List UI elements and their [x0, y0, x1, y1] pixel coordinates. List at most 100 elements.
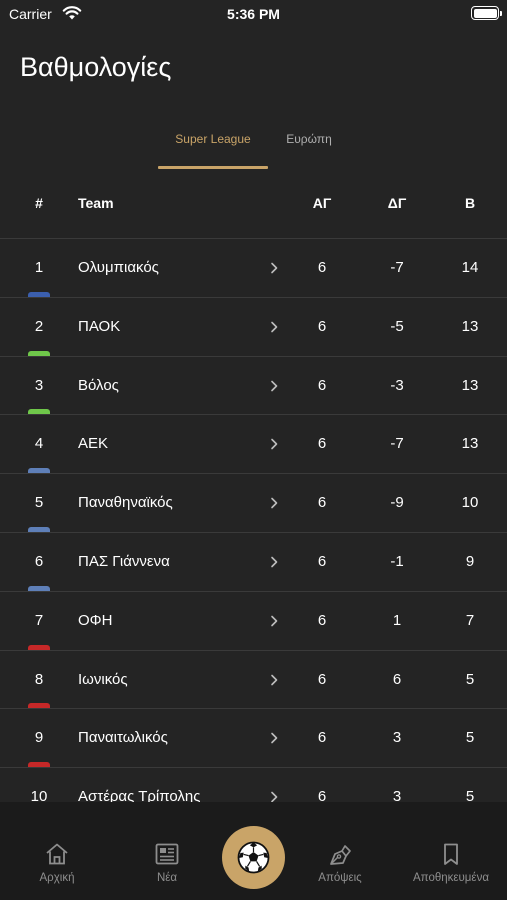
home-icon	[46, 843, 68, 865]
games-played: 6	[317, 611, 327, 629]
team-name: ΠΑΟΚ	[78, 317, 121, 335]
header-goal-difference: ΔΓ	[387, 195, 407, 211]
header-games-played: ΑΓ	[312, 195, 332, 211]
chevron-right-icon	[271, 262, 278, 274]
team-position: 10	[30, 788, 48, 802]
table-row[interactable]: 8 Ιωνικός 6 6 5	[0, 649, 507, 709]
points: 5	[465, 729, 475, 747]
points: 5	[465, 670, 475, 688]
team-position: 9	[34, 729, 44, 747]
header-team: Team	[78, 195, 114, 211]
tab-opinions[interactable]: Απόψεις	[290, 842, 390, 884]
goal-difference: -1	[390, 552, 404, 570]
table-row[interactable]: 7 ΟΦΗ 6 1 7	[0, 590, 507, 650]
goal-difference: -3	[390, 376, 404, 394]
bookmark-icon	[444, 843, 458, 865]
chevron-right-icon	[271, 321, 278, 333]
tab-super-league[interactable]: Super League	[158, 125, 268, 169]
pen-nib-icon	[330, 845, 351, 865]
page-title: Βαθμολογίες	[20, 52, 172, 82]
active-tab-indicator	[158, 166, 268, 169]
chevron-right-icon	[271, 733, 278, 744]
goal-difference: -7	[390, 435, 404, 453]
points: 13	[461, 435, 479, 453]
chevron-right-icon	[271, 615, 278, 627]
table-row[interactable]: 10 Αστέρας Τρίπολης 6 3 5	[0, 767, 507, 802]
points: 13	[461, 317, 479, 335]
team-position: 4	[34, 435, 44, 453]
points: 10	[461, 494, 479, 512]
table-row[interactable]: 2 ΠΑΟΚ 6 -5 13	[0, 296, 507, 356]
goal-difference: -5	[390, 317, 404, 335]
battery-icon	[471, 6, 502, 20]
team-name: Ολυμπιακός	[78, 259, 159, 276]
tab-europe[interactable]: Ευρώπη	[268, 125, 350, 169]
league-tabs: Super League Ευρώπη	[0, 125, 507, 171]
goal-difference: 3	[392, 729, 402, 747]
header-position: #	[35, 195, 43, 211]
games-played: 6	[317, 670, 327, 688]
points: 7	[465, 611, 475, 629]
team-name: Παναθηναϊκός	[78, 494, 173, 512]
team-name: Παναιτωλικός	[78, 729, 168, 747]
tab-saved[interactable]: Αποθηκευμένα	[401, 842, 501, 884]
tab-news-label: Νέα	[156, 872, 178, 884]
newspaper-icon	[155, 843, 179, 865]
games-played: 6	[317, 788, 327, 802]
tab-opinions-label: Απόψεις	[318, 872, 362, 884]
team-position: 2	[34, 317, 44, 335]
team-position: 3	[34, 376, 44, 394]
team-position: 6	[34, 552, 44, 570]
table-row[interactable]: 4 ΑΕΚ 6 -7 13	[0, 414, 507, 474]
team-name: ΟΦΗ	[78, 611, 113, 629]
goal-difference: -9	[390, 494, 404, 512]
chevron-right-icon	[271, 674, 278, 685]
status-bar: Carrier 5:36 PM	[0, 0, 507, 28]
games-played: 6	[317, 552, 327, 570]
chevron-right-icon	[271, 791, 278, 802]
tab-home[interactable]: Αρχική	[7, 842, 107, 884]
table-row[interactable]: 9 Παναιτωλικός 6 3 5	[0, 708, 507, 768]
team-position: 1	[34, 259, 44, 276]
team-name: ΠΑΣ Γιάννενα	[78, 552, 170, 570]
points: 9	[465, 552, 475, 570]
tab-standings-center-button[interactable]	[222, 826, 285, 889]
table-row[interactable]: 3 Βόλος 6 -3 13	[0, 355, 507, 415]
games-played: 6	[317, 259, 327, 276]
points: 14	[461, 259, 479, 276]
tab-home-label: Αρχική	[39, 872, 75, 884]
bottom-tab-bar: Αρχική Νέα Απόψεις Αποθηκευμένα	[0, 802, 507, 900]
team-name: Βόλος	[78, 376, 119, 394]
table-row[interactable]: 1 Ολυμπιακός 6 -7 14	[0, 238, 507, 297]
team-position: 7	[34, 611, 44, 629]
goal-difference: -7	[390, 259, 404, 276]
team-name: ΑΕΚ	[78, 435, 109, 453]
games-played: 6	[317, 376, 327, 394]
chevron-right-icon	[271, 380, 278, 391]
team-position: 5	[34, 494, 44, 512]
team-name: Αστέρας Τρίπολης	[78, 788, 201, 802]
games-played: 6	[317, 317, 327, 335]
chevron-right-icon	[271, 439, 278, 450]
tab-news[interactable]: Νέα	[117, 842, 217, 884]
standings-table: 1 Ολυμπιακός 6 -7 14 2 ΠΑΟΚ 6 -5 13 3 Βόλος 6 -3 13 4 ΑΕ…	[0, 238, 507, 802]
goal-difference: 3	[392, 788, 402, 802]
chevron-right-icon	[271, 556, 278, 568]
games-played: 6	[317, 494, 327, 512]
table-row[interactable]: 5 Παναθηναϊκός 6 -9 10	[0, 473, 507, 532]
team-name: Ιωνικός	[78, 670, 128, 688]
standings-header: # Team ΑΓ ΔΓ Β	[0, 185, 507, 223]
points: 13	[461, 376, 479, 394]
tab-saved-label: Αποθηκευμένα	[413, 872, 489, 884]
clock: 5:36 PM	[227, 6, 280, 22]
goal-difference: 1	[392, 611, 402, 629]
chevron-right-icon	[271, 497, 278, 509]
team-position: 8	[34, 670, 44, 688]
header-points: Β	[464, 195, 476, 211]
table-row[interactable]: 6 ΠΑΣ Γιάννενα 6 -1 9	[0, 531, 507, 591]
points: 5	[465, 788, 475, 802]
soccer-ball-icon	[237, 841, 270, 874]
goal-difference: 6	[392, 670, 402, 688]
games-played: 6	[317, 729, 327, 747]
games-played: 6	[317, 435, 327, 453]
